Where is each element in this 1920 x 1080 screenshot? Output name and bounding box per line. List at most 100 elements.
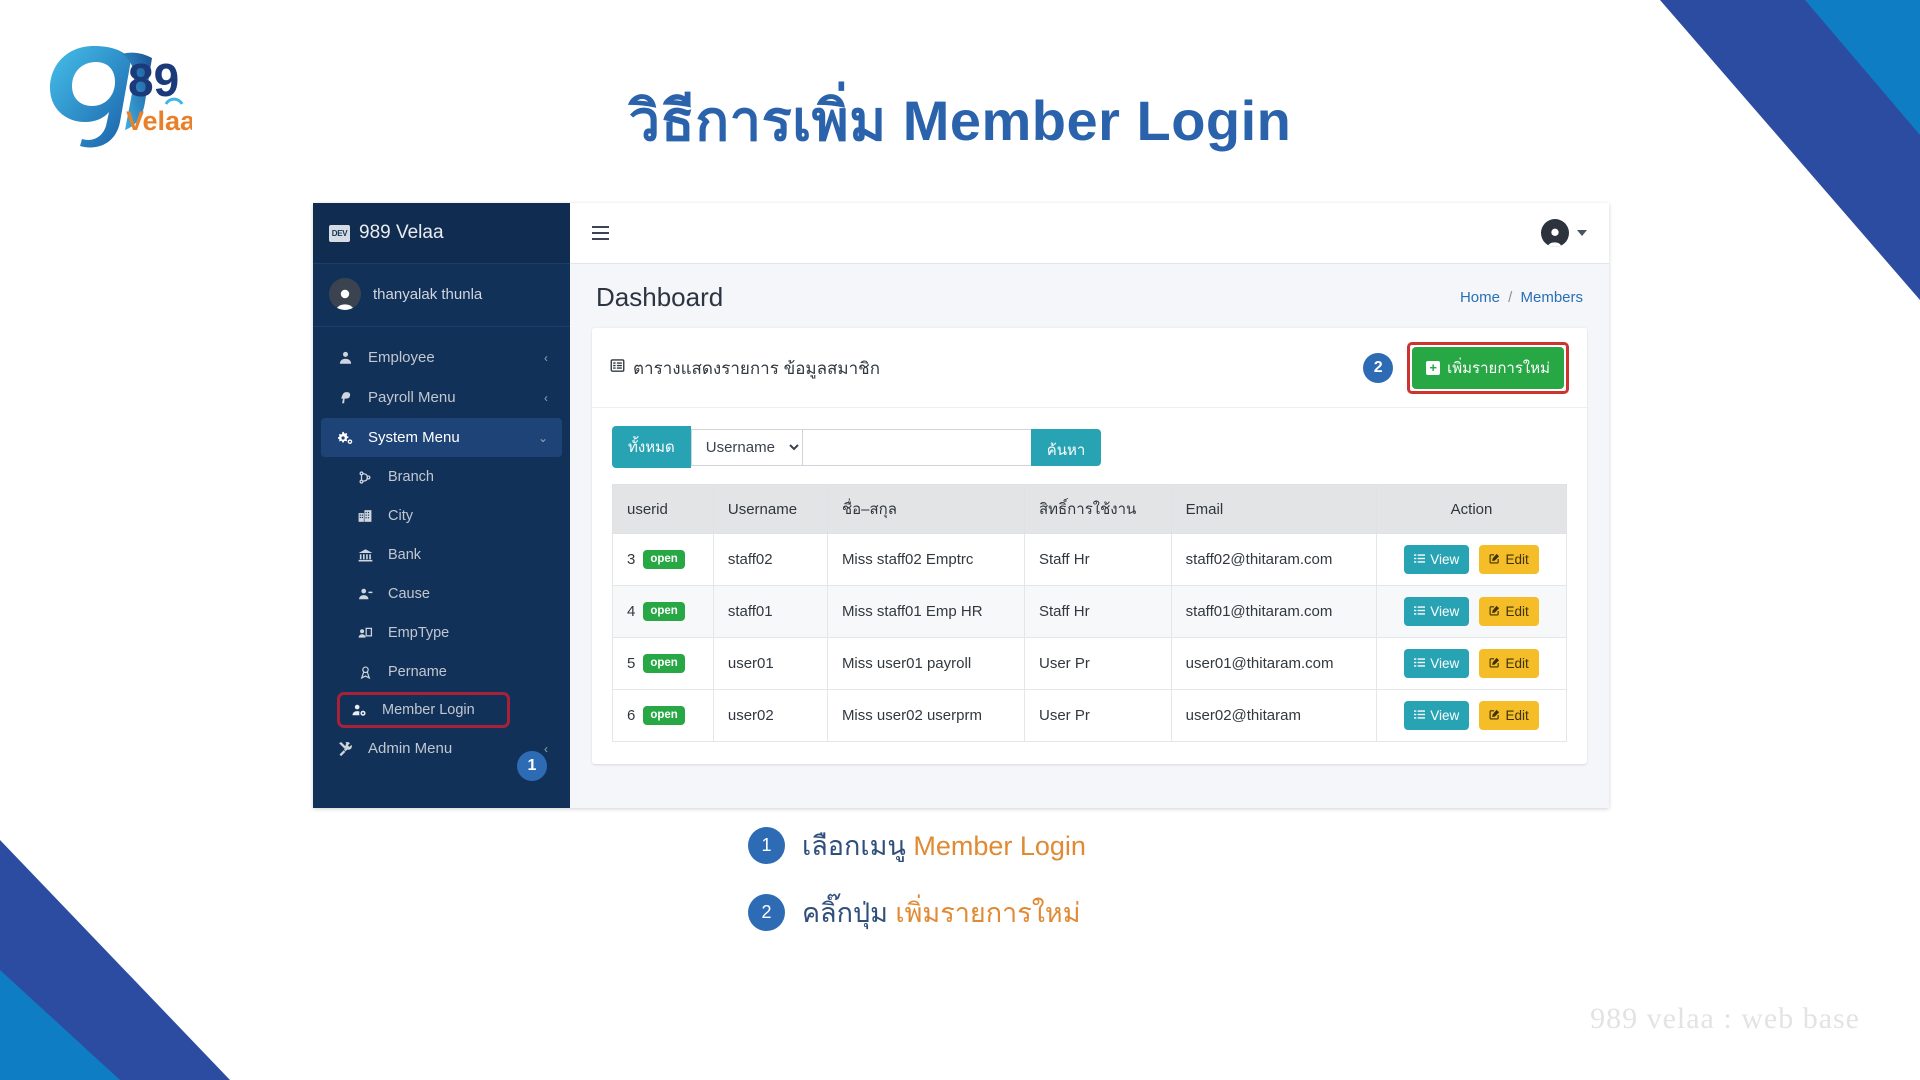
breadcrumb-home[interactable]: Home [1460,289,1500,306]
sidebar-item-label: Admin Menu [368,740,453,757]
edit-button-label: Edit [1505,604,1529,619]
list-icon [1414,552,1426,567]
list-icon [1414,656,1426,671]
step-badge-2: 2 [1363,353,1394,383]
cell-email: user01@thitaram.com [1170,637,1378,690]
sidebar-item-pername[interactable]: Pername [321,653,562,691]
cell-role: Staff Hr [1023,533,1172,586]
cell-role: User Pr [1023,637,1172,690]
table-row: 3 open staff02 Miss staff02 Emptrc Staff… [612,533,1567,586]
cell-email: user02@thitaram [1170,689,1378,742]
annotation-step-2: 2 คลิ๊กปุ่ม เพิ่มรายการใหม่ [748,891,1081,934]
view-button-label: View [1430,604,1460,619]
chevron-left-icon: ‹ [544,390,548,405]
view-button[interactable]: View [1404,545,1470,574]
sidebar-item-system-menu[interactable]: System Menu ⌄ [321,418,562,457]
sidebar-item-label: Bank [388,547,422,563]
cell-role: User Pr [1023,689,1172,742]
search-button[interactable]: ค้นหา [1030,428,1102,466]
cell-username: staff02 [712,533,828,586]
sidebar-item-cause[interactable]: Cause [321,575,562,613]
chevron-down-icon: ⌄ [537,430,548,445]
members-table: userid Username ชื่อ–สกุล สิทธิ์การใช้งา… [612,484,1567,742]
cell-fullname: Miss staff01 Emp HR [826,585,1025,638]
add-new-record-button[interactable]: + เพิ่มรายการใหม่ [1412,347,1564,389]
sidebar-item-member-login[interactable]: Member Login [337,692,510,728]
cell-username: user01 [712,637,828,690]
sidebar-item-bank[interactable]: Bank [321,536,562,574]
column-header-email: Email [1170,484,1378,534]
sidebar-user-name: thanyalak thunla [373,285,483,303]
card-title: ตารางแสดงรายการ ข้อมูลสมาชิก [610,355,880,382]
topbar [570,203,1609,264]
status-badge: open [643,653,685,674]
topbar-user-menu[interactable] [1541,219,1587,247]
sidebar-user-panel[interactable]: thanyalak thunla [313,264,570,327]
edit-button[interactable]: Edit [1479,701,1539,730]
sidebar-item-emptype[interactable]: EmpType [321,614,562,652]
sidebar-nav: Employee ‹ Payroll Menu ‹ System Menu ⌄ … [313,327,570,768]
sidebar-item-label: City [388,508,413,524]
page-title: วิธีการเพิ่ม Member Login [628,89,1292,152]
cell-fullname: Miss user01 payroll [826,637,1025,690]
table-row: 5 open user01 Miss user01 payroll User P… [612,637,1567,690]
annotation-prefix: เลือกเมนู [802,831,914,861]
step-badge-1: 1 [517,751,547,781]
breadcrumb-current[interactable]: Members [1520,289,1583,306]
userid-value: 5 [627,654,636,672]
pencil-square-icon [1489,552,1500,567]
userid-value: 3 [627,550,636,568]
sidebar-item-city[interactable]: City [321,497,562,535]
sidebar-item-employee[interactable]: Employee ‹ [321,338,562,377]
show-all-button[interactable]: ทั้งหมด [612,426,691,468]
column-header-role: สิทธิ์การใช้งาน [1023,484,1172,534]
column-header-action: Action [1376,484,1567,534]
view-button[interactable]: View [1404,649,1470,678]
brand-name: 989 Velaa [359,222,444,243]
breadcrumb: Home / Members [1460,289,1583,306]
view-button-label: View [1430,552,1460,567]
cell-action: View Edit [1376,533,1567,586]
cell-fullname: Miss staff02 Emptrc [826,533,1025,586]
view-button-label: View [1430,656,1460,671]
pencil-square-icon [1489,656,1500,671]
table-row: 4 open staff01 Miss staff01 Emp HR Staff… [612,585,1567,638]
caret-down-icon[interactable] [1577,230,1587,236]
id-card-icon [355,626,375,640]
userid-value: 6 [627,706,636,724]
view-button-label: View [1430,708,1460,723]
chevron-left-icon: ‹ [544,350,548,365]
table-icon [610,358,625,378]
table-row: 6 open user02 Miss user02 userprm User P… [612,689,1567,742]
breadcrumb-separator: / [1508,289,1513,306]
edit-button[interactable]: Edit [1479,649,1539,678]
decoration-bottom-left [0,810,300,1080]
sidebar-item-branch[interactable]: Branch [321,458,562,496]
annotation-prefix: คลิ๊กปุ่ม [802,898,896,928]
status-badge: open [643,705,685,726]
cell-username: user02 [712,689,828,742]
user-avatar-icon [329,278,361,310]
sitemap-icon [355,470,375,485]
view-button[interactable]: View [1404,597,1470,626]
content-area: Dashboard Home / Members ตารางแสดงรายการ… [570,203,1609,808]
edit-button[interactable]: Edit [1479,597,1539,626]
search-input[interactable] [802,428,1031,466]
status-badge: open [643,601,685,622]
filter-bar: ทั้งหมด Username ค้นหา [592,408,1587,484]
page-header: Dashboard Home / Members [570,264,1609,327]
sidebar-item-payroll-menu[interactable]: Payroll Menu ‹ [321,378,562,417]
list-icon [1414,604,1426,619]
cell-email: staff02@thitaram.com [1170,533,1378,586]
pencil-square-icon [1489,708,1500,723]
hamburger-icon[interactable] [592,226,609,240]
edit-button[interactable]: Edit [1479,545,1539,574]
search-field-select[interactable]: Username [690,428,803,466]
view-button[interactable]: View [1404,701,1470,730]
cell-userid: 5 open [612,637,714,690]
ribbon-icon [355,665,375,680]
card-title-text: ตารางแสดงรายการ ข้อมูลสมาชิก [633,358,880,378]
annotation-number: 2 [748,894,785,931]
sidebar-item-label: Employee [368,349,435,366]
sidebar-brand[interactable]: DEV 989 Velaa [313,203,570,264]
